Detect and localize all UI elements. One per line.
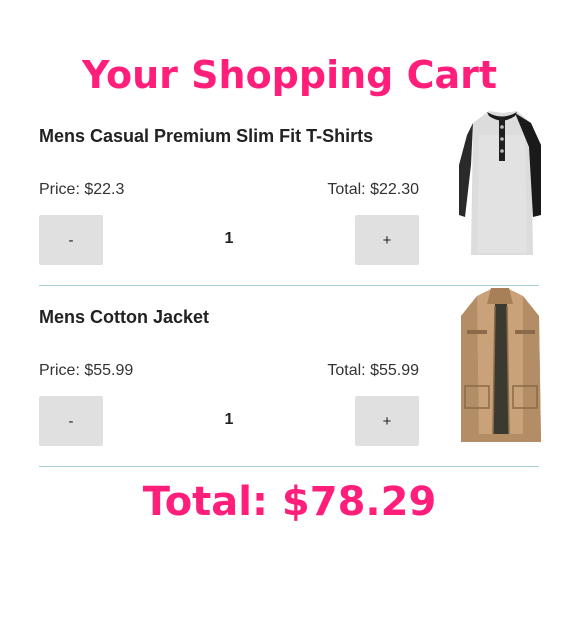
item-total: Total: $22.30	[327, 181, 419, 198]
increase-quantity-button[interactable]: +	[355, 215, 419, 265]
cart-item: Mens Cotton Jacket Price: $55.99 Total: …	[39, 286, 541, 467]
increase-quantity-button[interactable]: +	[355, 396, 419, 446]
item-name: Mens Casual Premium Slim Fit T-Shirts	[39, 126, 374, 146]
quantity-value: 1	[224, 230, 234, 247]
cotton-jacket-image	[461, 288, 541, 442]
quantity-value: 1	[224, 411, 234, 428]
shopping-cart-page: Your Shopping Cart Mens Casual Premium S…	[0, 0, 579, 625]
cart-title: Your Shopping Cart	[81, 53, 498, 97]
item-price: Price: $55.99	[39, 362, 134, 379]
item-total: Total: $55.99	[327, 362, 419, 379]
decrease-quantity-button[interactable]: -	[39, 396, 103, 446]
henley-tshirt-image	[459, 111, 541, 255]
item-price: Price: $22.3	[39, 181, 125, 198]
item-name: Mens Cotton Jacket	[39, 307, 210, 327]
cart-item: Mens Casual Premium Slim Fit T-Shirts Pr…	[39, 105, 541, 286]
grand-total: Total: $78.29	[142, 479, 437, 525]
decrease-quantity-button[interactable]: -	[39, 215, 103, 265]
